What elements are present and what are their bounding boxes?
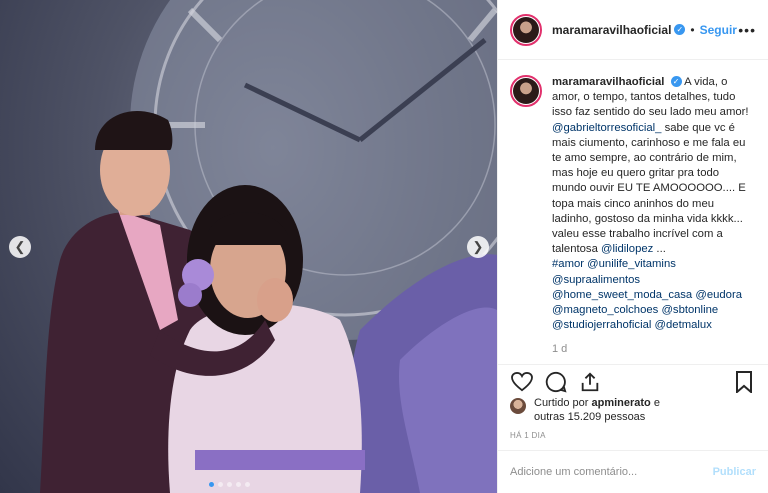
header-username[interactable]: maramaravilhaoficial <box>552 23 671 37</box>
mention-link[interactable]: @gabrieltorresoficial_ <box>552 122 661 134</box>
mention-link[interactable]: @magneto_colchoes <box>552 304 658 316</box>
chevron-right-icon: ❯ <box>472 239 484 254</box>
heart-icon <box>511 371 533 391</box>
chevron-left-icon: ❮ <box>14 239 26 254</box>
separator-dot: • <box>690 22 695 37</box>
comment-input[interactable]: Adicione um comentário... <box>510 466 713 478</box>
mention-link[interactable]: @supraalimentos <box>552 274 640 286</box>
carousel-dot <box>236 482 241 487</box>
liker-avatar[interactable] <box>510 398 526 414</box>
share-icon <box>581 371 599 391</box>
mention-link[interactable]: @detmalux <box>655 319 712 331</box>
liked-by-prefix: Curtido por <box>534 397 592 409</box>
bookmark-icon <box>736 370 752 393</box>
caption-body-2: sabe que vc é mais ciumento, carinhoso e… <box>552 121 746 256</box>
previous-photo-button[interactable]: ❮ <box>9 236 31 258</box>
carousel-dot <box>245 482 250 487</box>
follow-button[interactable]: Seguir <box>700 23 737 37</box>
next-photo-button[interactable]: ❯ <box>467 236 489 258</box>
carousel-dot <box>209 482 214 487</box>
post-side-panel: maramaravilhaoficial ✓ • Seguir ••• mara… <box>497 0 768 493</box>
likes-text: Curtido por apminerato e outras 15.209 p… <box>534 396 660 424</box>
mention-link[interactable]: @sbtonline <box>661 304 718 316</box>
carousel-dot <box>218 482 223 487</box>
mention-link[interactable]: @unilife_vitamins <box>587 258 676 270</box>
likes-count-link[interactable]: outras 15.209 pessoas <box>534 411 645 423</box>
hashtag-link[interactable]: #amor <box>552 258 584 270</box>
comment-icon <box>545 371 567 393</box>
post-header: maramaravilhaoficial ✓ • Seguir ••• <box>498 0 768 60</box>
post-date: HÁ 1 DIA <box>510 431 546 440</box>
share-button[interactable] <box>578 370 602 394</box>
action-bar <box>498 364 768 394</box>
mention-link[interactable]: @studiojerrahoficial <box>552 319 651 331</box>
verified-badge-icon: ✓ <box>674 24 686 35</box>
comment-form: Adicione um comentário... Publicar <box>498 450 768 493</box>
caption-timestamp: 1 d <box>552 343 568 356</box>
post-photo[interactable]: ❮ ❯ <box>0 0 497 493</box>
caption-area: maramaravilhaoficial ✓ A vida, o amor, o… <box>498 61 768 364</box>
caption-row: maramaravilhaoficial ✓ A vida, o amor, o… <box>510 75 756 333</box>
profile-avatar[interactable] <box>510 13 542 46</box>
caption-username[interactable]: maramaravilhaoficial <box>552 76 664 88</box>
liker-username[interactable]: apminerato <box>591 397 650 409</box>
carousel-dot <box>227 482 232 487</box>
publish-button[interactable]: Publicar <box>713 466 756 478</box>
mention-link[interactable]: @home_sweet_moda_casa <box>552 289 692 301</box>
save-button[interactable] <box>732 370 756 394</box>
caption-avatar[interactable] <box>510 75 542 107</box>
carousel-indicator <box>209 482 250 487</box>
likes-summary: Curtido por apminerato e outras 15.209 p… <box>510 396 660 424</box>
verified-badge-icon: ✓ <box>670 76 682 87</box>
caption-text: maramaravilhaoficial ✓ A vida, o amor, o… <box>552 75 756 333</box>
like-button[interactable] <box>510 370 534 394</box>
likes-connector: e <box>650 397 660 409</box>
comment-button[interactable] <box>544 370 568 394</box>
mention-link[interactable]: @lidilopez <box>601 243 653 255</box>
mention-link[interactable]: @eudora <box>695 289 742 301</box>
photo-scene <box>40 0 497 493</box>
caption-body-3: ... <box>653 243 666 256</box>
more-options-icon[interactable]: ••• <box>738 22 756 38</box>
